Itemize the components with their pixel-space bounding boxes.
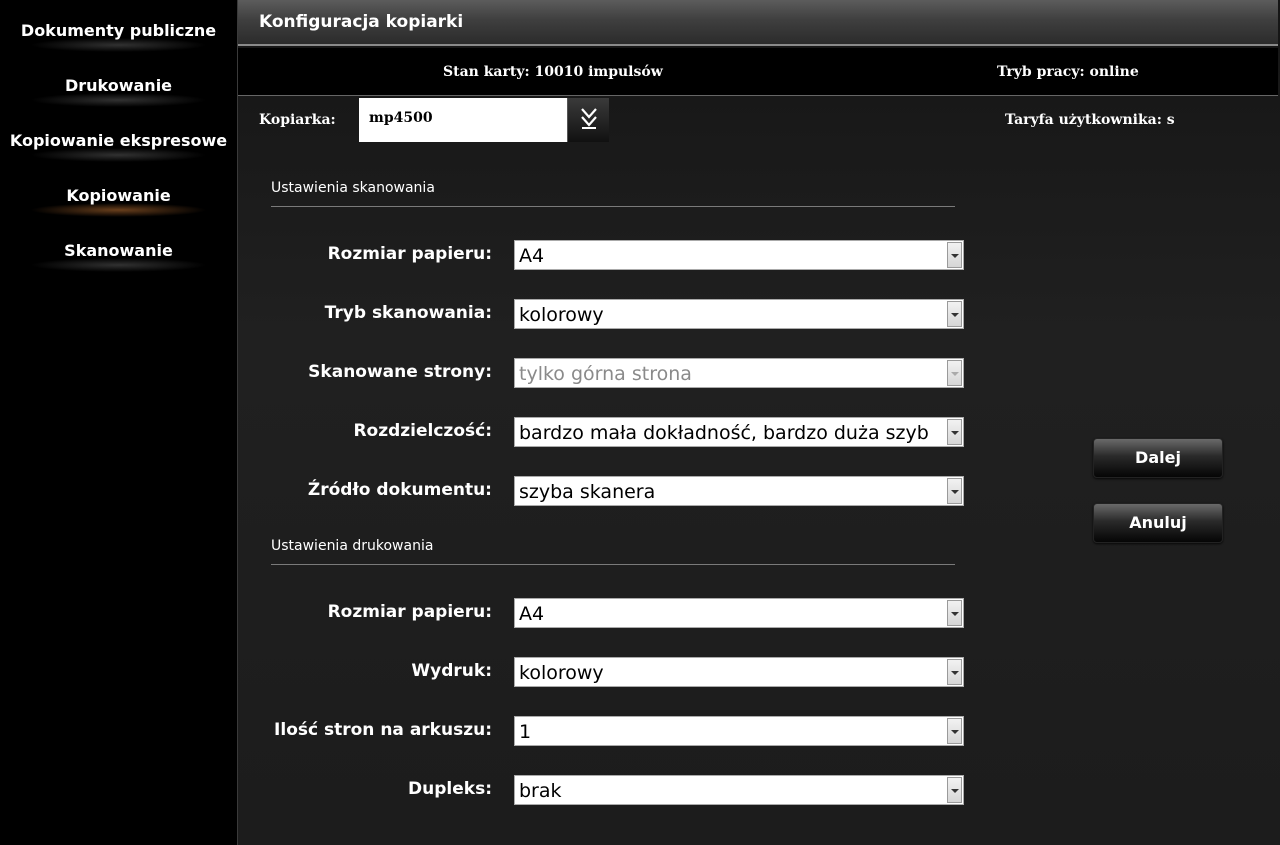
print-output-select[interactable]: kolorowy	[514, 657, 964, 687]
main-panel: Konfiguracja kopiarki Stan karty: 10010 …	[237, 0, 1280, 845]
sidebar-item-glow	[30, 148, 207, 162]
sidebar-item-label: Kopiowanie ekspresowe	[9, 131, 228, 150]
chevron-down-icon[interactable]	[947, 777, 962, 803]
sidebar-item-glow	[30, 203, 207, 217]
copier-value: mp4500	[369, 110, 433, 126]
select-value: szyba skanera	[519, 481, 656, 503]
scan-settings-title: Ustawienia skanowania	[271, 180, 435, 196]
select-value: A4	[519, 603, 545, 625]
select-value: bardzo mała dokładność, bardzo duża szyb	[519, 422, 929, 444]
scan-mode-select[interactable]: kolorowy	[514, 299, 964, 329]
sidebar-item-glow	[30, 93, 207, 107]
pages-per-sheet-select[interactable]: 1	[514, 716, 964, 746]
sidebar-item-printing[interactable]: Drukowanie	[0, 71, 237, 107]
copier-label: Kopiarka:	[259, 112, 336, 128]
mode-status: Tryb pracy: online	[997, 64, 1139, 80]
page-title: Konfiguracja kopiarki	[259, 12, 464, 32]
next-button[interactable]: Dalej	[1093, 438, 1223, 478]
duplex-select[interactable]: brak	[514, 775, 964, 805]
select-value: 1	[519, 721, 532, 743]
title-bar: Konfiguracja kopiarki	[238, 0, 1278, 46]
sidebar-item-glow	[30, 38, 207, 52]
scanned-pages-label: Skanowane strony:	[308, 362, 492, 382]
chevron-down-icon[interactable]	[947, 301, 962, 327]
sidebar-item-label: Kopiowanie	[66, 186, 171, 205]
cancel-button[interactable]: Anuluj	[1093, 503, 1223, 543]
user-tariff: Taryfa użytkownika: s	[1005, 112, 1175, 128]
sidebar-item-public-documents[interactable]: Dokumenty publiczne	[0, 16, 237, 52]
chevron-down-icon[interactable]	[947, 419, 962, 445]
resolution-select[interactable]: bardzo mała dokładność, bardzo duża szyb	[514, 417, 964, 447]
select-value: brak	[519, 780, 562, 802]
sidebar-item-label: Drukowanie	[64, 76, 173, 95]
chevron-down-icon[interactable]	[947, 659, 962, 685]
select-value: A4	[519, 245, 545, 267]
scan-paper-size-label: Rozmiar papieru:	[327, 244, 492, 264]
select-value: kolorowy	[519, 662, 604, 684]
select-value: tylko górna strona	[519, 363, 692, 385]
chevron-down-icon[interactable]	[947, 478, 962, 504]
sidebar-item-label: Skanowanie	[64, 241, 173, 260]
document-source-select[interactable]: szyba skanera	[514, 476, 964, 506]
print-output-label: Wydruk:	[411, 661, 492, 681]
copier-select[interactable]: mp4500	[359, 98, 609, 142]
chevron-down-icon[interactable]	[947, 600, 962, 626]
chevron-down-icon	[947, 360, 962, 386]
scanned-pages-select: tylko górna strona	[514, 358, 964, 388]
print-settings-divider	[271, 564, 955, 565]
select-value: kolorowy	[519, 304, 604, 326]
sidebar-item-glow	[30, 258, 207, 272]
scan-mode-label: Tryb skanowania:	[324, 303, 492, 323]
card-status: Stan karty: 10010 impulsów	[443, 64, 663, 80]
resolution-label: Rozdzielczość:	[353, 421, 492, 441]
sidebar: Dokumenty publiczne Drukowanie Kopiowani…	[0, 0, 237, 845]
scan-paper-size-select[interactable]: A4	[514, 240, 964, 270]
chevron-down-icon[interactable]	[947, 242, 962, 268]
sidebar-item-label: Dokumenty publiczne	[20, 21, 217, 40]
document-source-label: Źródło dokumentu:	[307, 480, 492, 500]
copier-dropdown-button[interactable]	[567, 98, 609, 142]
duplex-label: Dupleks:	[408, 779, 492, 799]
sidebar-item-scanning[interactable]: Skanowanie	[0, 236, 237, 272]
sidebar-item-copying[interactable]: Kopiowanie	[0, 181, 237, 217]
print-settings-title: Ustawienia drukowania	[271, 538, 434, 554]
status-row: Stan karty: 10010 impulsów Tryb pracy: o…	[238, 48, 1278, 96]
chevron-down-icon[interactable]	[947, 718, 962, 744]
print-paper-size-select[interactable]: A4	[514, 598, 964, 628]
pages-per-sheet-label: Ilość stron na arkuszu:	[274, 720, 492, 740]
print-paper-size-label: Rozmiar papieru:	[327, 602, 492, 622]
scan-settings-divider	[271, 206, 955, 207]
double-chevron-down-icon	[581, 108, 597, 129]
sidebar-item-express-copying[interactable]: Kopiowanie ekspresowe	[0, 126, 237, 162]
